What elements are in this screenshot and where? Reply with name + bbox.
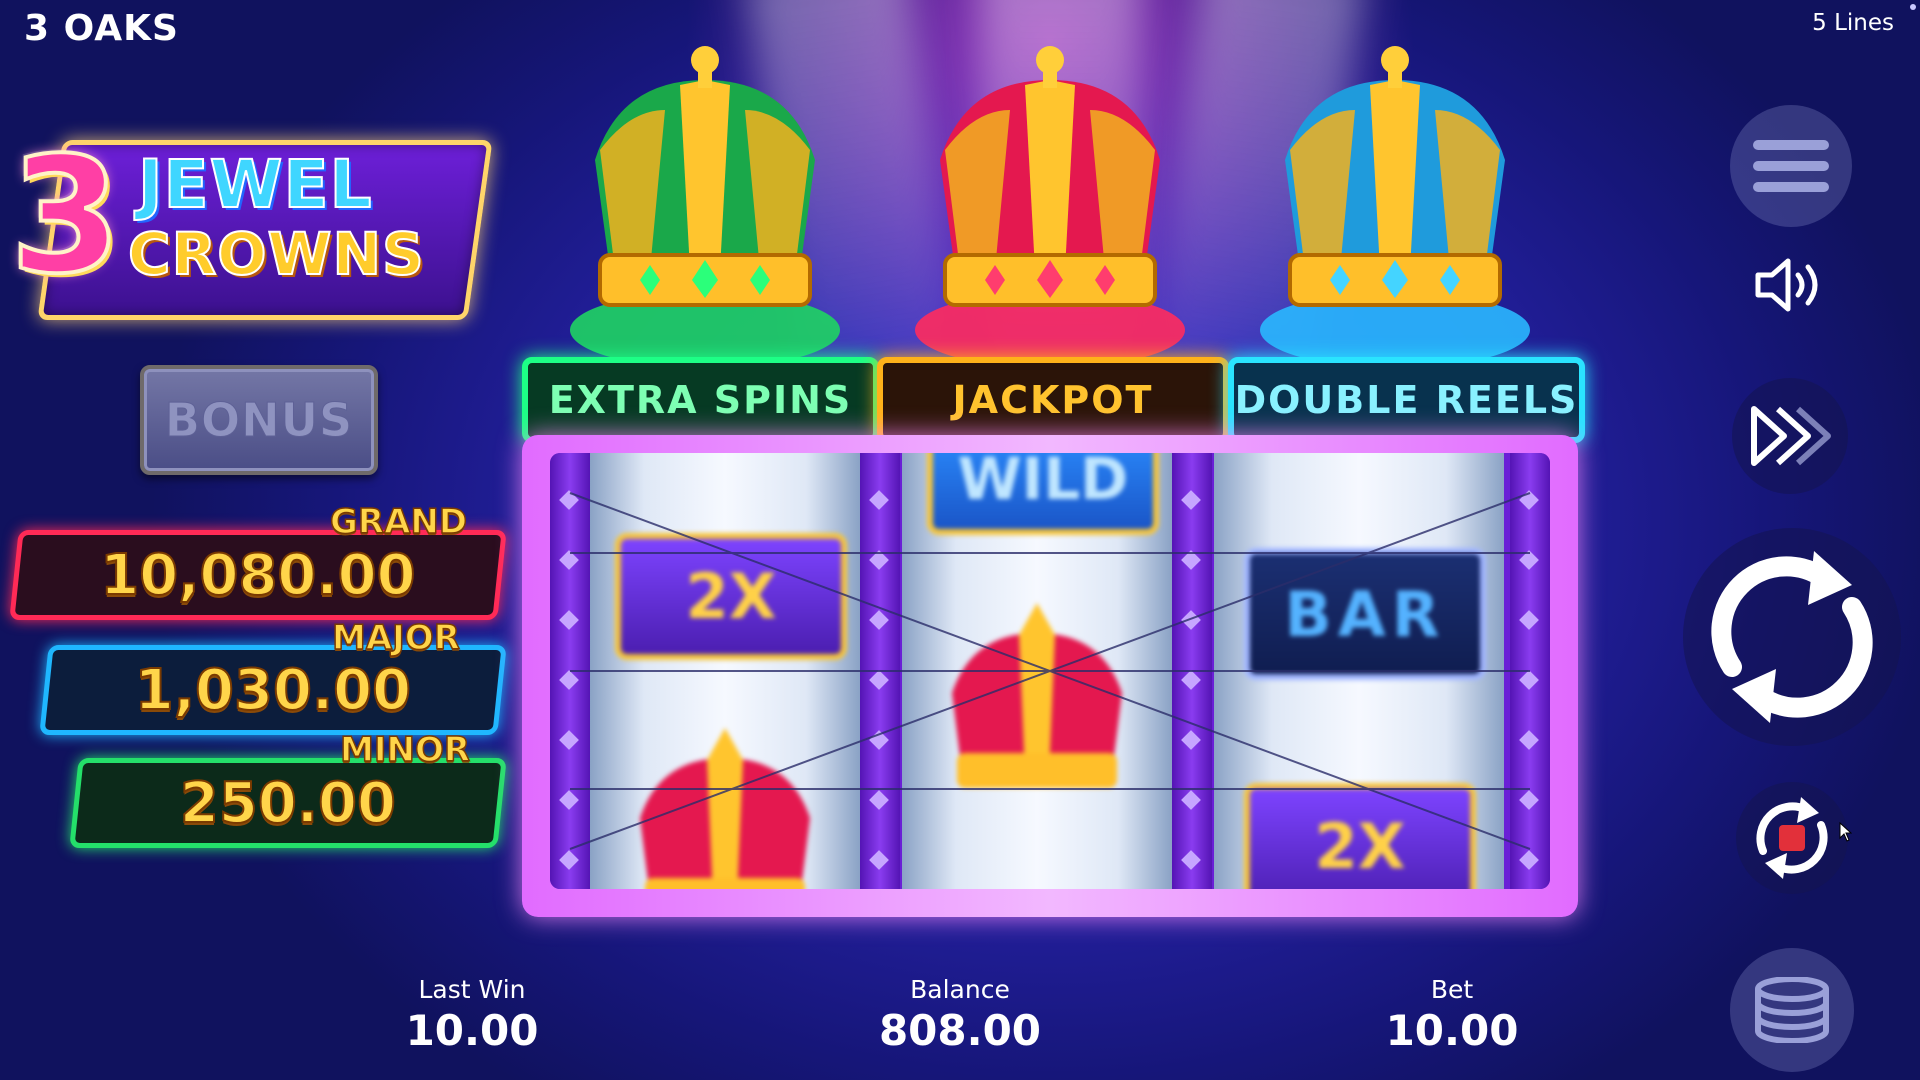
jackpot-major-label: MAJOR (331, 617, 460, 659)
jackpot-grand-label: GRAND (329, 501, 468, 543)
feature-jackpot: JACKPOT (877, 357, 1229, 443)
balance: Balance 808.00 (870, 975, 1050, 1055)
crown-blue-icon (1260, 46, 1530, 360)
reel-window: 2X WILD BAR 2X (550, 453, 1550, 889)
status-dot (1910, 4, 1916, 10)
sound-button[interactable] (1745, 245, 1835, 325)
bet-label: Bet (1430, 975, 1474, 1004)
jackpot-minor-label: MINOR (339, 729, 471, 771)
logo-word-crowns: CROWNS (127, 219, 425, 289)
last-win: Last Win 10.00 (384, 975, 560, 1055)
provider-brand: 3 OAKS (24, 8, 179, 49)
autoplay-stop-icon (1756, 797, 1828, 879)
reel-frame: 2X WILD BAR 2X (522, 435, 1578, 917)
bonus-button[interactable]: BONUS (140, 365, 378, 475)
turbo-button[interactable] (1732, 378, 1848, 494)
crown-red-icon (915, 46, 1185, 360)
jackpot-grand: 10,080.00 (9, 530, 507, 620)
logo-word-jewel: JEWEL (137, 145, 373, 224)
logo-number: 3 (8, 120, 123, 311)
jackpot-major: 1,030.00 (39, 645, 507, 735)
spin-button[interactable] (1683, 528, 1901, 746)
crown-blue (1250, 40, 1540, 360)
game-logo: 3 JEWEL CROWNS (8, 120, 493, 320)
hamburger-icon (1753, 140, 1829, 192)
feature-double-reels: DOUBLE REELS (1228, 357, 1585, 443)
crown-green (560, 40, 850, 360)
coin-stack-icon (1755, 977, 1829, 1043)
jackpot-minor: 250.00 (69, 758, 507, 848)
crown-red (905, 40, 1195, 360)
jackpot-major-value: 1,030.00 (134, 657, 412, 724)
paylines-count: 5 Lines (1812, 10, 1894, 36)
speaker-icon (1755, 258, 1818, 312)
last-win-value: 10.00 (405, 1006, 539, 1055)
mouse-cursor-icon (1839, 822, 1852, 842)
balance-label: Balance (910, 975, 1010, 1004)
menu-button[interactable] (1730, 105, 1852, 227)
game-screen: 3 OAKS 5 Lines 3 JEWEL CROWNS BONUS 10,0… (0, 0, 1920, 1080)
balance-value: 808.00 (878, 1006, 1042, 1055)
bet-settings-button[interactable] (1730, 948, 1854, 1072)
paylines-overlay (569, 492, 1531, 850)
bet-value: 10.00 (1385, 1006, 1519, 1055)
fast-forward-icon (1751, 406, 1831, 466)
bet: Bet 10.00 (1372, 975, 1532, 1055)
autoplay-button[interactable] (1736, 782, 1848, 894)
spin-arrows-icon (1711, 551, 1873, 723)
crown-green-icon (570, 46, 840, 360)
jackpot-minor-value: 250.00 (179, 770, 397, 837)
feature-extra-spins: EXTRA SPINS (522, 357, 879, 443)
jackpot-grand-value: 10,080.00 (99, 542, 416, 609)
last-win-label: Last Win (418, 975, 526, 1004)
